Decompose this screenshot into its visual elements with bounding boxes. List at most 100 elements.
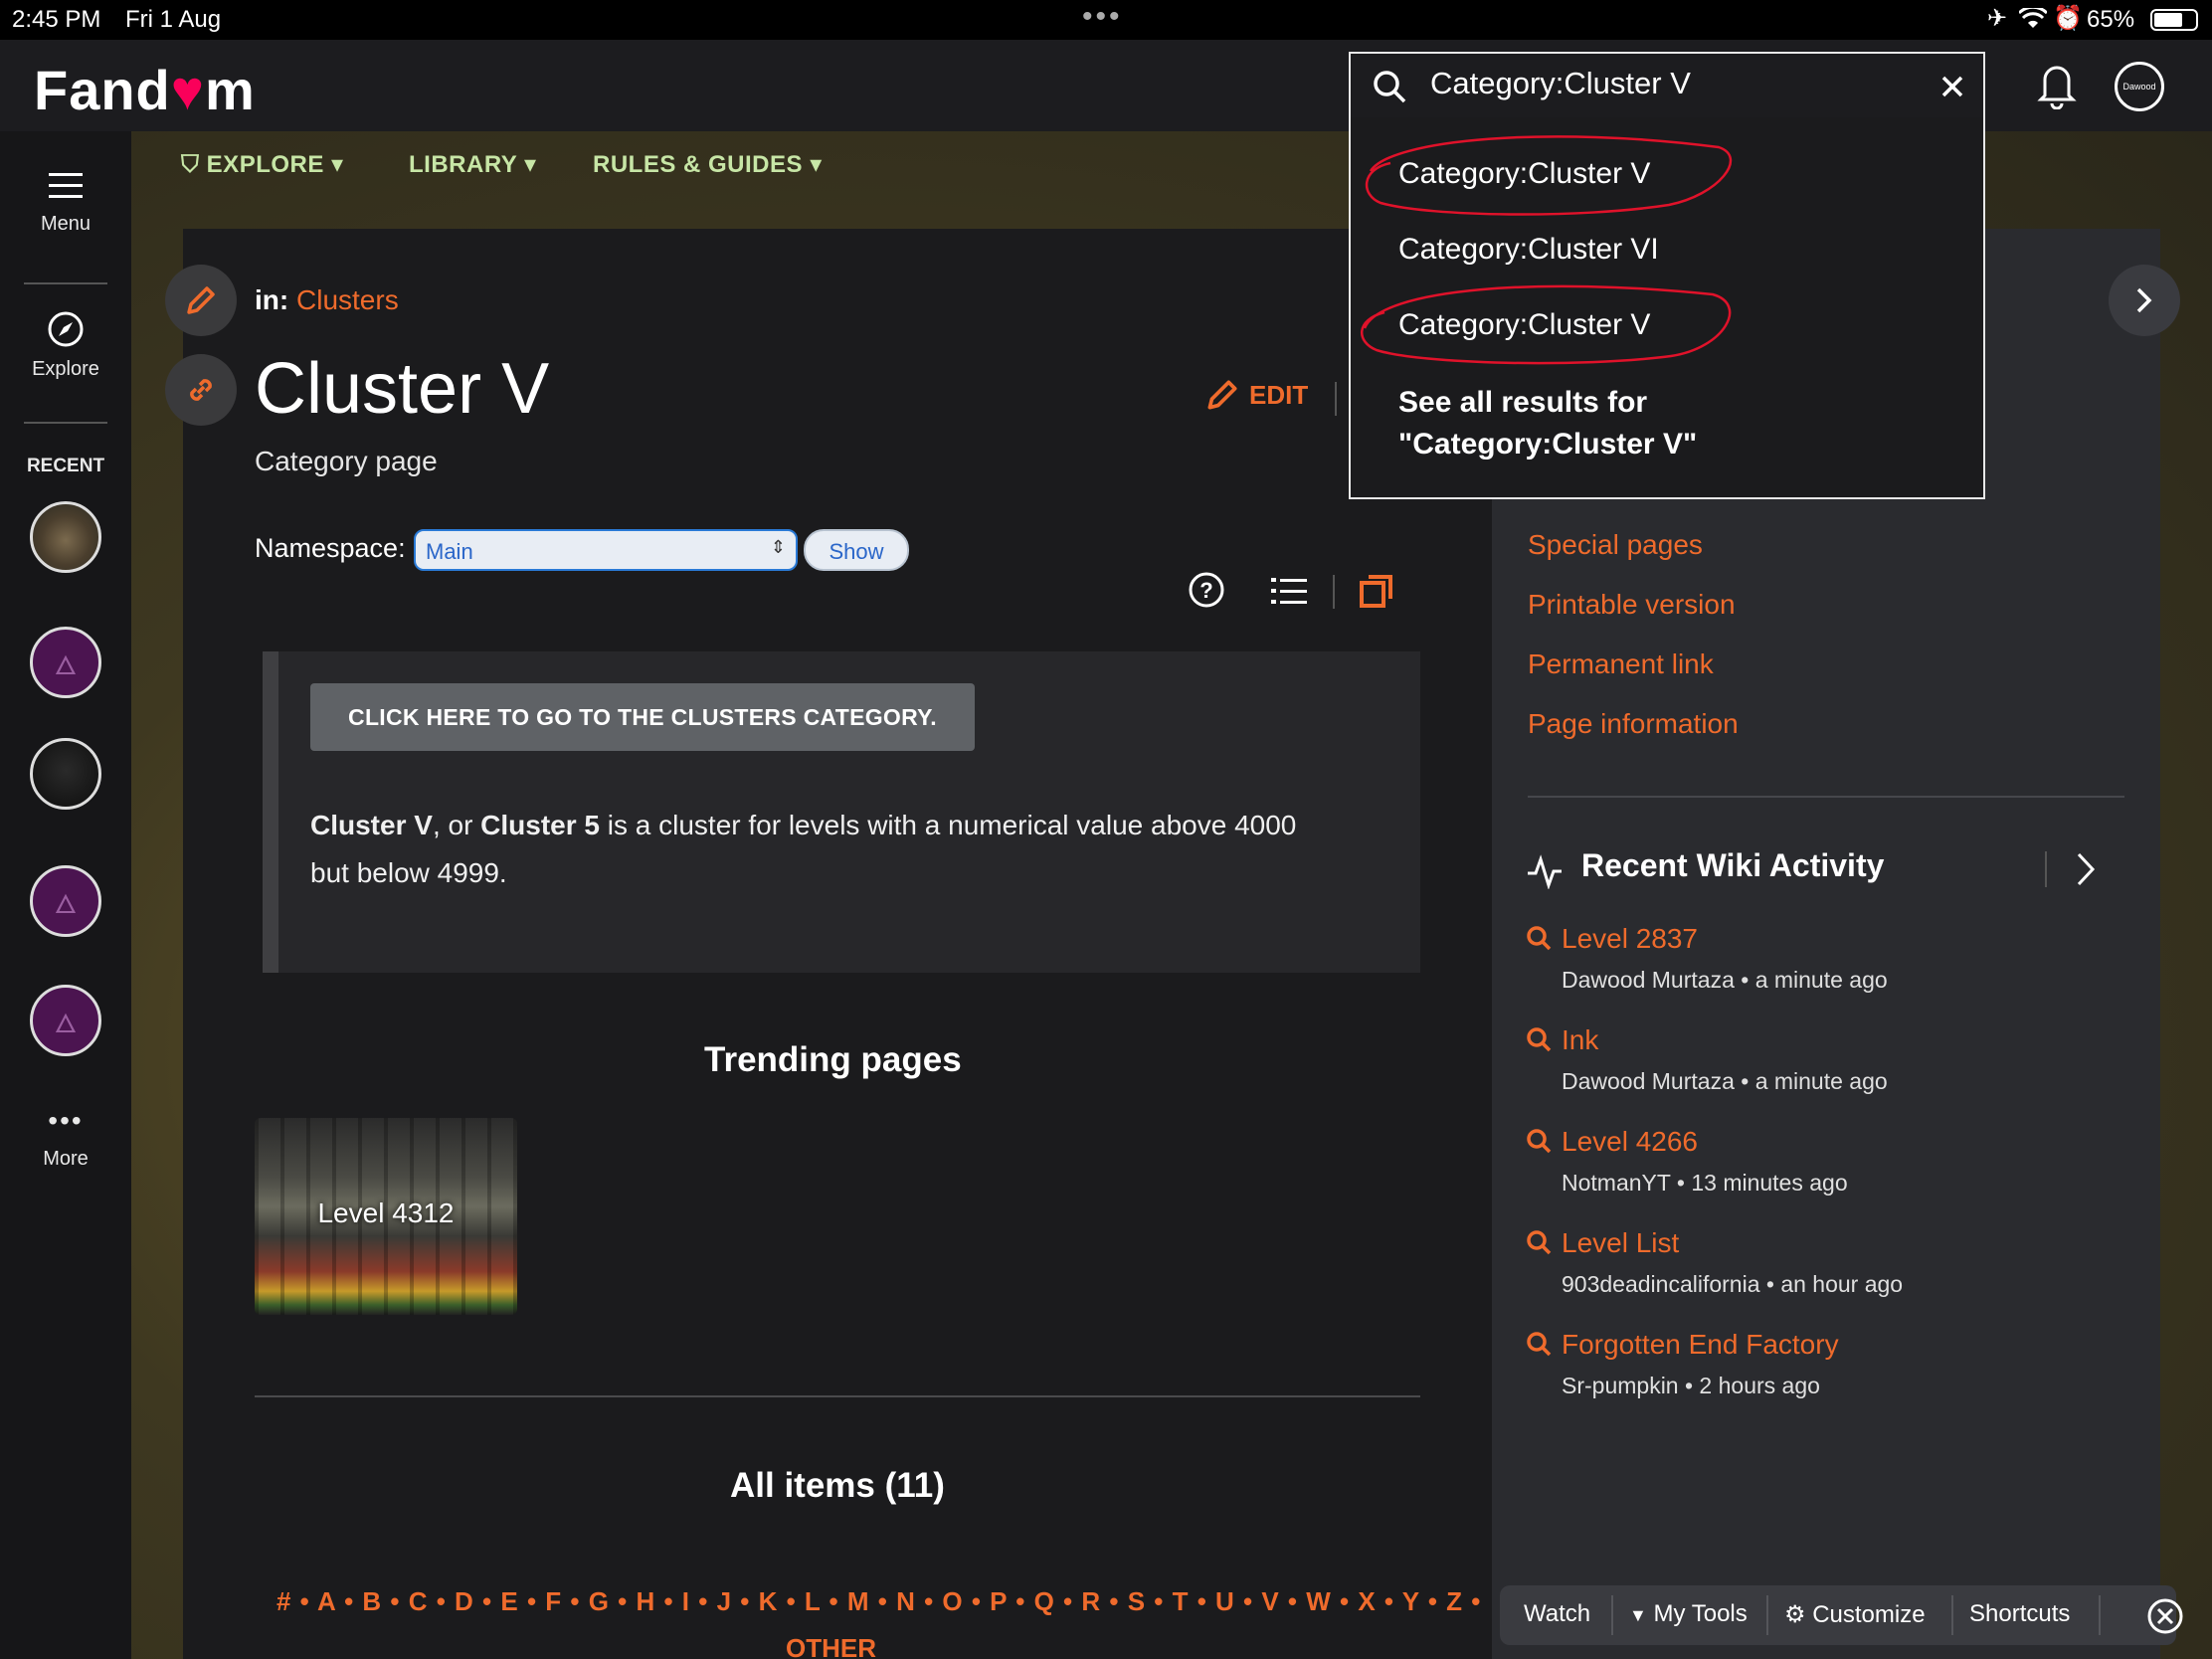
help-icon[interactable]: ? [1188, 571, 1225, 609]
clear-search-icon[interactable] [1939, 74, 1965, 99]
alarm-icon: ⏰ [2053, 5, 2083, 32]
flame-icon: 🜂 [54, 888, 78, 919]
gallery-view-icon[interactable] [1359, 573, 1394, 609]
wifi-icon [2019, 8, 2047, 28]
go-to-clusters-button[interactable]: CLICK HERE TO GO TO THE CLUSTERS CATEGOR… [310, 683, 975, 751]
watch-button[interactable]: Watch [1524, 1600, 1590, 1628]
my-tools-button[interactable]: ▼ My Tools [1629, 1600, 1748, 1628]
nav-explore[interactable]: ⛉ EXPLORE ▾ [181, 150, 344, 179]
search-icon [1374, 71, 1406, 103]
sidebar-link-page-info[interactable]: Page information [1528, 708, 1739, 740]
activity-item-meta: Dawood Murtaza • a minute ago [1562, 967, 1888, 993]
trending-card[interactable]: Level 4312 [255, 1118, 517, 1315]
status-time: 2:45 PM [12, 6, 101, 33]
copy-link-button[interactable] [165, 354, 237, 426]
nav-rules-guides[interactable]: RULES & GUIDES ▾ [593, 150, 823, 179]
search-icon [1527, 1332, 1552, 1357]
divider [1333, 575, 1335, 609]
compass-icon [48, 311, 84, 347]
toolbar-divider [1951, 1595, 1953, 1635]
divider [1335, 382, 1337, 416]
section-divider [255, 1395, 1420, 1397]
customize-button[interactable]: ⚙ Customize [1784, 1600, 1926, 1629]
trending-card-title: Level 4312 [317, 1198, 455, 1228]
activity-item-meta: Sr-pumpkin • 2 hours ago [1562, 1373, 1820, 1398]
show-button[interactable]: Show [804, 529, 909, 571]
recent-wiki-avatar[interactable]: 🜂 [30, 985, 101, 1056]
more-button[interactable]: ••• More [0, 1106, 131, 1171]
sidebar-link-special-pages[interactable]: Special pages [1528, 529, 1703, 561]
bell-icon[interactable] [2037, 60, 2077, 109]
namespace-select[interactable]: Main ⇕ [414, 529, 798, 571]
recent-label: RECENT [26, 456, 105, 476]
sidebar-toggle-button[interactable] [2109, 265, 2180, 336]
divider [2045, 851, 2047, 887]
category-link[interactable]: Clusters [296, 284, 399, 315]
recent-wiki-avatar[interactable] [30, 738, 101, 810]
recent-wiki-avatar[interactable] [30, 501, 101, 573]
page-title: Cluster V [255, 349, 550, 429]
status-bar: 2:45 PM Fri 1 Aug ••• ✈ ⏰ 65% [0, 0, 2212, 40]
pencil-icon [1207, 380, 1237, 410]
sidebar-link-printable[interactable]: Printable version [1528, 589, 1736, 621]
link-icon [190, 379, 212, 401]
activity-item-title[interactable]: Level 4266 [1562, 1126, 1698, 1158]
activity-item-meta: 903deadincalifornia • an hour ago [1562, 1271, 1904, 1297]
more-label: More [43, 1148, 89, 1170]
sidebar-link-permanent[interactable]: Permanent link [1528, 648, 1714, 680]
activity-item-meta: NotmanYT • 13 minutes ago [1562, 1170, 1848, 1196]
pencil-icon [187, 286, 215, 314]
all-items-heading: All items (11) [730, 1466, 945, 1505]
toolbar-divider [1766, 1595, 1768, 1635]
multitask-dots-icon[interactable]: ••• [1082, 0, 1123, 34]
trending-heading: Trending pages [704, 1040, 962, 1079]
chevron-updown-icon: ⇕ [770, 537, 786, 557]
recent-wiki-avatar[interactable]: 🜂 [30, 865, 101, 937]
user-avatar[interactable]: Dawood [2115, 62, 2164, 111]
search-icon [1527, 1129, 1552, 1154]
search-input[interactable]: Category:Cluster V [1430, 66, 1691, 101]
activity-item-title[interactable]: Level List [1562, 1227, 1679, 1259]
activity-item-title[interactable]: Level 2837 [1562, 923, 1698, 955]
activity-icon [1528, 854, 1562, 889]
category-description: Cluster V, or Cluster 5 is a cluster for… [310, 810, 1297, 888]
menu-button[interactable]: Menu [0, 171, 131, 236]
airplane-icon: ✈ [1987, 5, 2008, 32]
explore-label: Explore [32, 358, 99, 380]
explore-button[interactable]: Explore [0, 310, 131, 381]
breadcrumb: in: Clusters [255, 284, 399, 315]
caret-down-icon: ▼ [1629, 1605, 1647, 1625]
search-icon [1527, 1230, 1552, 1255]
activity-item-title[interactable]: Forgotten End Factory [1562, 1329, 1839, 1361]
edit-pencil-button[interactable] [165, 265, 237, 336]
page-subtitle: Category page [255, 446, 438, 476]
activity-heading: Recent Wiki Activity [1581, 847, 1885, 883]
toolbar-divider [2099, 1595, 2101, 1635]
menu-label: Menu [40, 213, 92, 235]
recent-wiki-avatar[interactable]: 🜂 [30, 627, 101, 698]
chevron-right-icon[interactable] [2075, 851, 2097, 887]
nav-library[interactable]: LIBRARY ▾ [409, 150, 537, 179]
alphabet-index[interactable]: # • A • B • C • D • E • F • G • H • I • … [276, 1586, 1481, 1617]
edit-button[interactable]: EDIT [1203, 376, 1308, 414]
book-icon: ⛉ [181, 151, 200, 178]
sidebar-divider [1528, 796, 2124, 798]
rail-divider [24, 422, 107, 424]
fandom-logo[interactable]: Fand♥m [34, 58, 256, 122]
chevron-right-icon [2136, 287, 2152, 313]
list-view-icon[interactable] [1271, 575, 1307, 607]
activity-item-meta: Dawood Murtaza • a minute ago [1562, 1068, 1888, 1094]
gear-icon: ⚙ [1784, 1601, 1806, 1628]
battery-percent: 65% [2087, 6, 2135, 33]
toolbar-divider [1611, 1595, 1613, 1635]
more-dots-icon: ••• [48, 1105, 84, 1136]
search-icon [1527, 1027, 1552, 1052]
svg-text:?: ? [1199, 578, 1212, 603]
see-all-results[interactable]: See all results for "Category:Cluster V" [1398, 382, 1697, 465]
namespace-label: Namespace: [255, 533, 406, 563]
alphabet-other[interactable]: OTHER [786, 1633, 876, 1659]
close-toolbar-icon[interactable] [2146, 1597, 2184, 1635]
status-date: Fri 1 Aug [125, 6, 222, 33]
shortcuts-button[interactable]: Shortcuts [1969, 1600, 2070, 1628]
activity-item-title[interactable]: Ink [1562, 1024, 1598, 1056]
